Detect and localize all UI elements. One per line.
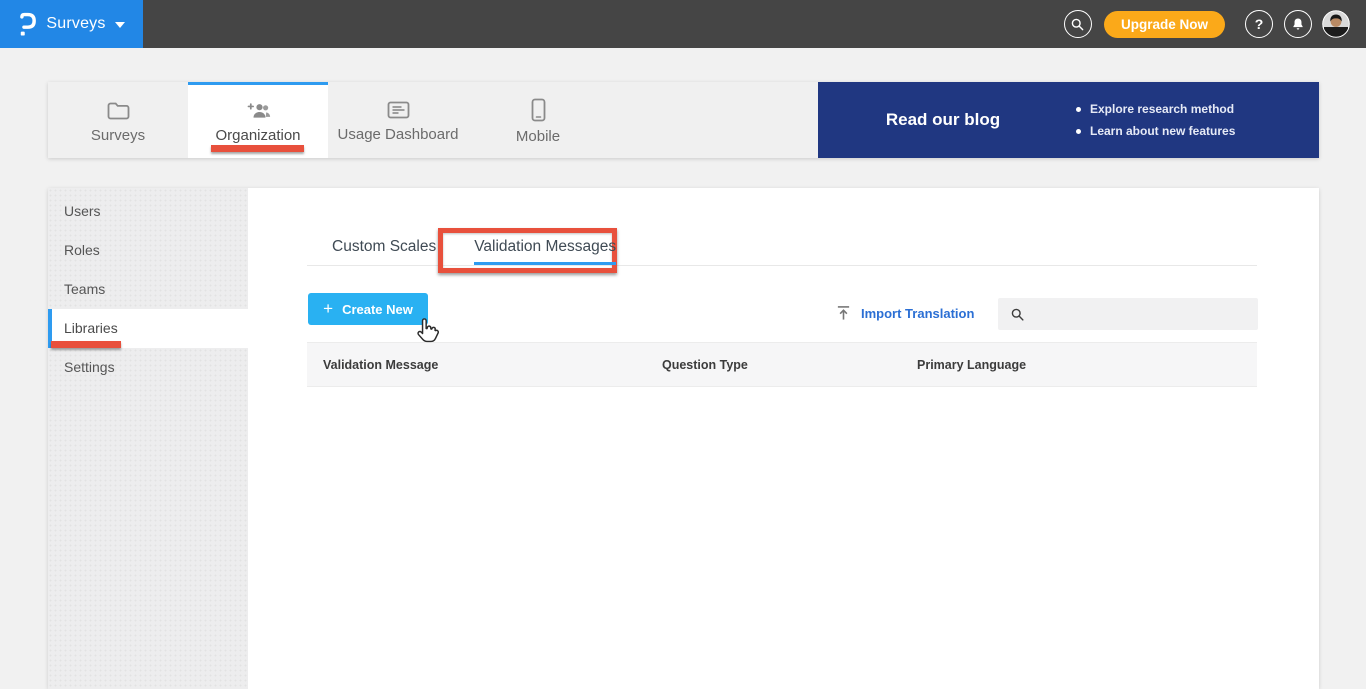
nav-tab-mobile[interactable]: Mobile: [468, 82, 608, 158]
page: Surveys Upgrade Now ? Surveys Organizati…: [0, 0, 1366, 689]
search-icon: [1011, 308, 1024, 321]
avatar-photo: [1322, 10, 1350, 38]
import-translation-link[interactable]: Import Translation: [836, 305, 974, 321]
organization-sidebar: Users Roles Teams Libraries Settings: [48, 188, 248, 689]
nav-tab-label: Surveys: [90, 126, 146, 144]
user-avatar[interactable]: [1322, 10, 1350, 38]
sidebar-item-roles[interactable]: Roles: [48, 231, 248, 270]
libraries-content: Custom Scales Validation Messages + Crea…: [248, 188, 1319, 689]
tab-custom-scales[interactable]: Custom Scales: [332, 238, 436, 265]
sidebar-item-teams[interactable]: Teams: [48, 270, 248, 309]
plus-icon: +: [323, 299, 334, 318]
mobile-icon: [531, 98, 545, 122]
search-icon: [1072, 18, 1084, 30]
bullet-dot-icon: [1076, 128, 1081, 134]
product-name: Surveys: [46, 15, 106, 32]
question-mark-icon: ?: [1254, 16, 1264, 32]
sidebar-item-settings[interactable]: Settings: [48, 348, 248, 387]
table-search: [998, 298, 1258, 330]
bell-icon: [1293, 17, 1303, 30]
banner-title: Read our blog: [885, 110, 1001, 129]
banner-bullet: Explore research method: [1076, 102, 1235, 116]
column-header-primary-language: Primary Language: [917, 357, 1027, 372]
sidebar-item-users[interactable]: Users: [48, 192, 248, 231]
table-header-row: Validation Message Question Type Primary…: [307, 342, 1257, 387]
nav-tab-surveys[interactable]: Surveys: [48, 82, 188, 158]
column-header-question-type: Question Type: [662, 357, 748, 372]
tab-validation-messages[interactable]: Validation Messages: [474, 238, 617, 265]
chevron-down-icon: [114, 22, 125, 28]
column-header-validation-message: Validation Message: [323, 357, 439, 372]
product-switcher[interactable]: Surveys: [0, 0, 143, 48]
library-tabs: Custom Scales Validation Messages: [332, 238, 617, 265]
upgrade-now-button[interactable]: Upgrade Now: [1103, 10, 1225, 38]
banner-bullet-list: Explore research method Learn about new …: [1076, 102, 1235, 138]
folder-icon: [107, 102, 129, 119]
add-users-icon: [247, 102, 270, 118]
banner-bullet-text: Learn about new features: [1090, 124, 1236, 138]
import-upload-icon: [837, 306, 850, 320]
questionpro-logo-icon: [18, 12, 37, 37]
dashboard-icon: [387, 101, 409, 119]
nav-tab-label: Mobile: [515, 128, 561, 145]
global-search-button[interactable]: [1063, 10, 1092, 38]
banner-bullet: Learn about new features: [1076, 124, 1235, 138]
main-panel: Users Roles Teams Libraries Settings Cus…: [48, 188, 1319, 689]
nav-tab-usage-dashboard[interactable]: Usage Dashboard: [328, 82, 468, 158]
create-new-button[interactable]: + Create New: [308, 293, 428, 325]
topbar: Surveys Upgrade Now ?: [0, 0, 1366, 48]
nav-tab-label: Organization: [215, 126, 301, 144]
banner-bullet-text: Explore research method: [1090, 102, 1235, 116]
create-new-label: Create New: [342, 301, 413, 317]
help-button[interactable]: ?: [1245, 10, 1273, 38]
search-input[interactable]: [1025, 298, 1258, 330]
bullet-dot-icon: [1076, 106, 1081, 112]
mouse-cursor-hand-icon: [414, 316, 441, 343]
notifications-button[interactable]: [1284, 10, 1312, 38]
import-translation-label: Import Translation: [861, 305, 975, 321]
blog-banner[interactable]: Read our blog Explore research method Le…: [818, 82, 1319, 158]
annotation-underline-libraries: [51, 341, 121, 348]
topbar-actions: Upgrade Now ?: [1063, 10, 1366, 38]
annotation-underline-organization: [211, 145, 304, 152]
nav-tab-label: Usage Dashboard: [337, 126, 459, 143]
